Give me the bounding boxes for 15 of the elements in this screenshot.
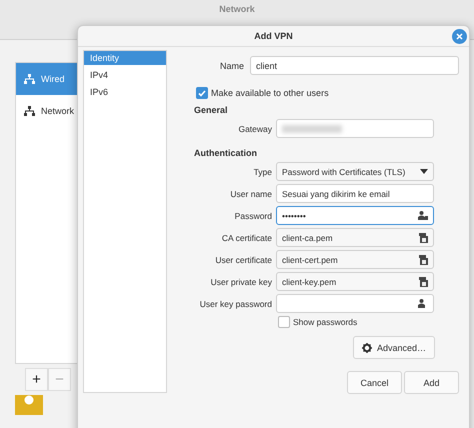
field-label: Name (220, 60, 244, 70)
field-label: User name (229, 188, 272, 198)
dialog-title: Add VPN (254, 31, 293, 41)
field-label: Password (234, 210, 272, 220)
checkbox-label: Make available to other users (211, 88, 329, 98)
field-label: User certificate (214, 254, 272, 264)
field-label: User key password (198, 298, 272, 308)
section-heading: Authentication (194, 148, 258, 158)
window-title: Network (219, 4, 255, 15)
checkbox-label: Show passwords (293, 317, 358, 327)
section-heading: General (194, 105, 229, 115)
field-label: Type (252, 166, 272, 176)
field-label: User private key (210, 276, 272, 286)
field-label: CA certificate (220, 232, 272, 242)
field-label: Gateway (237, 124, 272, 134)
